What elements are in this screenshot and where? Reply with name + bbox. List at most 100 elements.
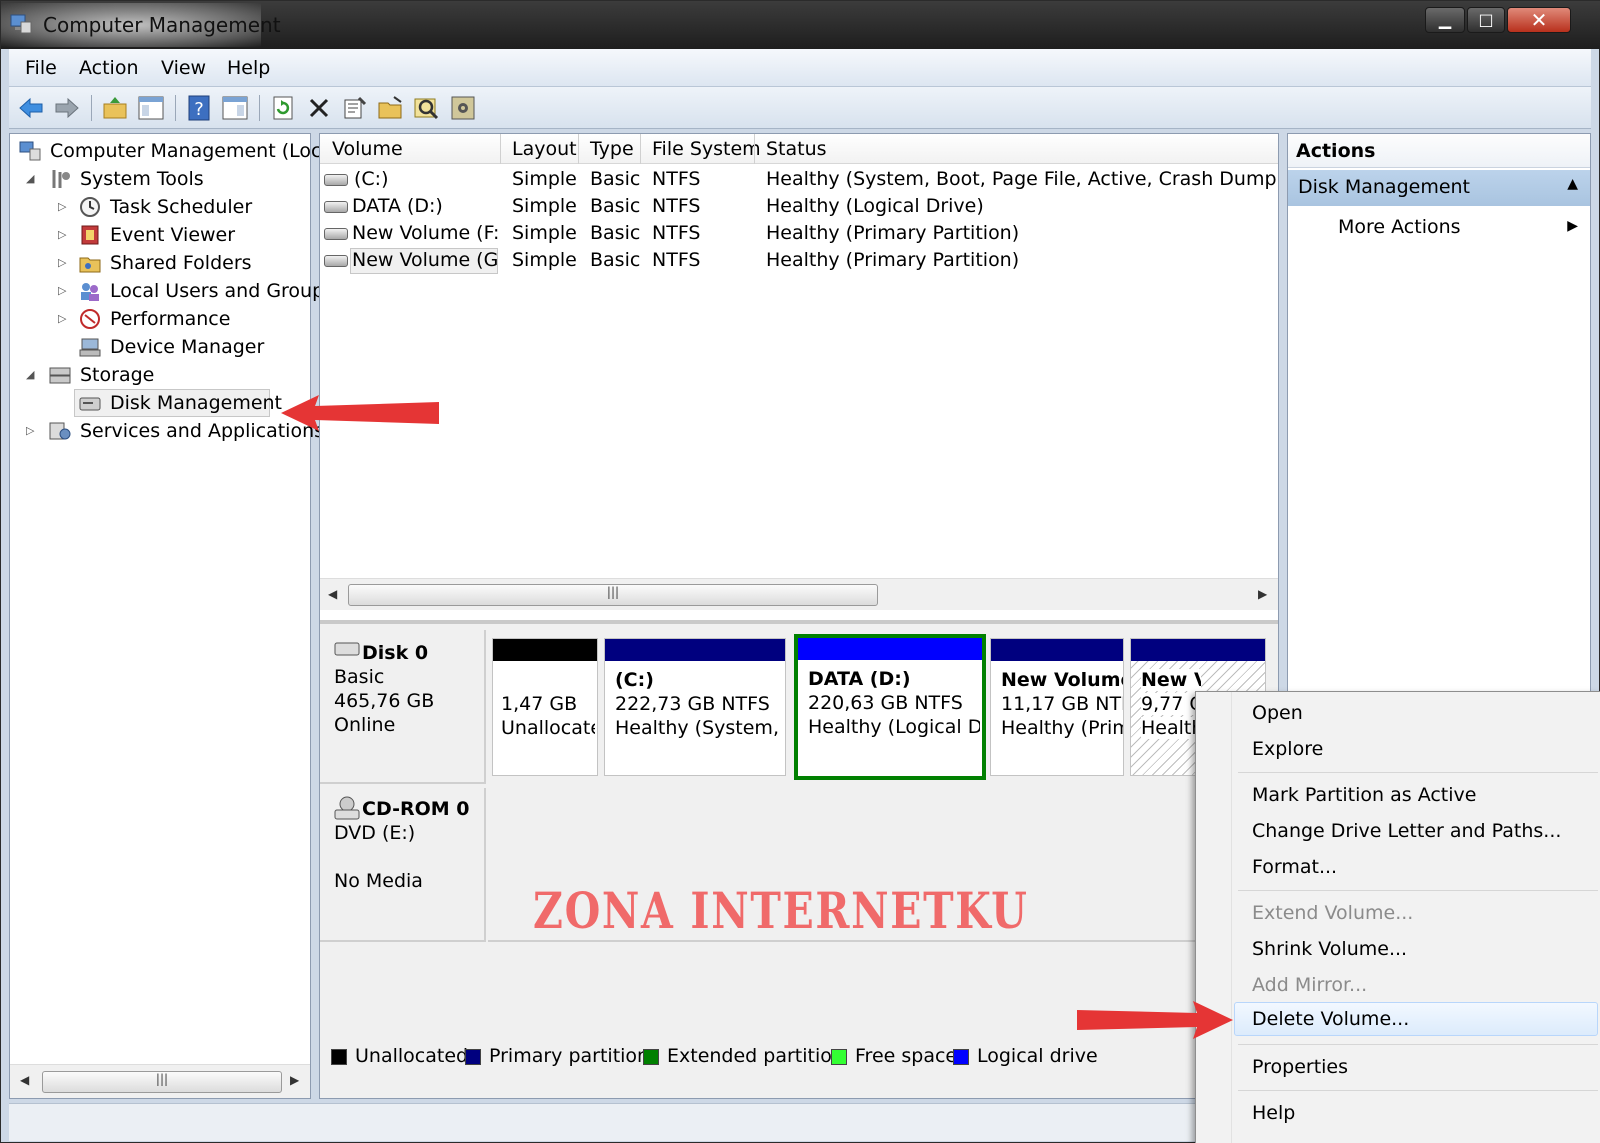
open-folder-icon[interactable]: [377, 94, 405, 122]
volume-file-system: NTFS: [652, 249, 701, 271]
volume-status: Healthy (Logical Drive): [766, 195, 984, 217]
tree-label: Performance: [110, 308, 231, 330]
menu-item-add-mirror[interactable]: Add Mirror...: [1252, 974, 1367, 996]
partition-name: New V: [1141, 669, 1201, 691]
menu-item-mark-partition-active[interactable]: Mark Partition as Active: [1252, 784, 1476, 806]
volume-list-horizontal-scrollbar[interactable]: ◀ ||| ▶: [320, 578, 1278, 610]
content-pane: Volume Layout Type File System Status (C…: [319, 133, 1279, 1099]
menu-item-properties[interactable]: Properties: [1252, 1056, 1348, 1078]
title-bar[interactable]: Computer Management ▁ □ ✕: [1, 1, 1600, 49]
legend-primary-partition: Primary partition: [465, 1045, 649, 1067]
partition-data-d[interactable]: DATA (D:) 220,63 GB NTFS Healthy (Logica…: [794, 634, 986, 780]
scroll-thumb[interactable]: |||: [348, 584, 878, 606]
menu-item-change-drive-letter[interactable]: Change Drive Letter and Paths...: [1252, 820, 1561, 842]
expand-icon[interactable]: ▷: [26, 425, 36, 436]
volume-drive-icon: [324, 201, 348, 213]
search-icon[interactable]: [413, 94, 441, 122]
column-header-status[interactable]: Status: [766, 138, 827, 160]
disk-name: Disk 0: [362, 642, 429, 664]
refresh-icon[interactable]: [269, 94, 297, 122]
actions-section-disk-management[interactable]: Disk Management ▲: [1288, 170, 1590, 206]
partition-new-volume-f[interactable]: New Volume 11,17 GB NTFS Healthy (Prim: [990, 638, 1124, 776]
tree-item-performance[interactable]: ▷ Performance: [14, 306, 310, 332]
tree-item-computer-management[interactable]: Computer Management (Local: [14, 138, 338, 164]
column-header-type[interactable]: Type: [590, 138, 634, 160]
menu-action[interactable]: Action: [79, 57, 139, 79]
partition-status: Healthy (System, Bo: [615, 717, 783, 739]
expand-icon[interactable]: ▷: [58, 229, 68, 240]
cdrom-0-label[interactable]: CD-ROM 0 DVD (E:) No Media: [320, 788, 486, 942]
menu-item-extend-volume[interactable]: Extend Volume...: [1252, 902, 1413, 924]
help-icon[interactable]: ?: [185, 94, 213, 122]
system-tools-icon: [52, 170, 70, 188]
menu-item-help[interactable]: Help: [1252, 1102, 1295, 1124]
scroll-right-icon[interactable]: ▶: [290, 1073, 299, 1087]
services-icon: [49, 422, 71, 440]
menu-view[interactable]: View: [161, 57, 206, 79]
volume-status: Healthy (Primary Partition): [766, 222, 1020, 244]
scroll-left-icon[interactable]: ◀: [328, 587, 337, 601]
event-viewer-icon: [81, 225, 99, 245]
partition-size: 9,77 G: [1141, 693, 1197, 715]
legend-unallocated: Unallocated: [331, 1045, 468, 1067]
tree-item-storage[interactable]: ◢ Storage: [14, 362, 310, 388]
menu-item-open[interactable]: Open: [1252, 702, 1303, 724]
partition-status: Unallocate: [501, 717, 595, 739]
disk-0-label[interactable]: Disk 0 Basic 465,76 GB Online: [320, 630, 486, 784]
tree-item-device-manager[interactable]: Device Manager: [14, 334, 310, 360]
tree-item-services-applications[interactable]: ▷ Services and Applications: [14, 418, 324, 444]
partition-status: Health: [1141, 717, 1197, 739]
menu-item-format[interactable]: Format...: [1252, 856, 1337, 878]
scroll-right-icon[interactable]: ▶: [1258, 587, 1267, 601]
tree-horizontal-scrollbar[interactable]: ◀ ||| ▶: [10, 1064, 310, 1098]
expand-icon[interactable]: ▷: [58, 285, 68, 296]
tree-item-local-users-groups[interactable]: ▷ Local Users and Groups: [14, 278, 334, 304]
partition-name: DATA (D:): [808, 668, 911, 690]
scroll-thumb[interactable]: |||: [42, 1071, 282, 1093]
expand-icon[interactable]: ▷: [58, 257, 68, 268]
expand-icon[interactable]: ▷: [58, 201, 68, 212]
collapse-icon[interactable]: ◢: [26, 369, 36, 380]
collapse-icon[interactable]: ◢: [26, 173, 36, 184]
more-actions-item[interactable]: More Actions ▶: [1288, 210, 1590, 244]
show-hide-action-pane-icon[interactable]: [221, 94, 249, 122]
partition-c[interactable]: (C:) 222,73 GB NTFS Healthy (System, Bo: [604, 638, 786, 776]
cdrom-icon: [334, 796, 360, 820]
tree-item-disk-management[interactable]: Disk Management: [14, 389, 310, 417]
partition-unallocated[interactable]: 1,47 GB Unallocate: [492, 638, 598, 776]
volume-type: Basic: [590, 168, 641, 190]
up-folder-icon[interactable]: [101, 94, 129, 122]
volume-layout: Simple: [512, 168, 577, 190]
menu-help[interactable]: Help: [227, 57, 270, 79]
menu-item-delete-volume[interactable]: Delete Volume...: [1252, 1008, 1409, 1030]
delete-icon[interactable]: [305, 94, 333, 122]
menu-item-shrink-volume[interactable]: Shrink Volume...: [1252, 938, 1407, 960]
column-header-layout[interactable]: Layout: [512, 138, 577, 160]
submenu-arrow-icon: ▶: [1567, 218, 1578, 234]
legend-free-space: Free space: [831, 1045, 957, 1067]
menu-item-explore[interactable]: Explore: [1252, 738, 1323, 760]
disk-type: Basic: [334, 666, 385, 688]
column-header-volume[interactable]: Volume: [332, 138, 403, 160]
device-manager-icon: [79, 338, 101, 357]
tree-item-event-viewer[interactable]: ▷ Event Viewer: [14, 222, 310, 248]
show-hide-console-tree-icon[interactable]: [137, 94, 165, 122]
scroll-left-icon[interactable]: ◀: [20, 1073, 29, 1087]
tree-item-task-scheduler[interactable]: ▷ Task Scheduler: [14, 194, 310, 220]
tree-label: System Tools: [80, 168, 204, 190]
partition-size: 11,17 GB NTFS: [1001, 693, 1123, 715]
settings-icon[interactable]: [449, 94, 477, 122]
close-button[interactable]: ✕: [1507, 7, 1571, 33]
forward-arrow-icon[interactable]: [53, 94, 81, 122]
tree-item-shared-folders[interactable]: ▷ Shared Folders: [14, 250, 310, 276]
menu-file[interactable]: File: [25, 57, 57, 79]
collapse-up-icon[interactable]: ▲: [1567, 176, 1578, 192]
column-header-file-system[interactable]: File System: [652, 138, 761, 160]
volume-type: Basic: [590, 249, 641, 271]
properties-icon[interactable]: [341, 94, 369, 122]
tree-item-system-tools[interactable]: ◢ System Tools: [14, 166, 310, 192]
maximize-button[interactable]: □: [1467, 7, 1505, 33]
minimize-button[interactable]: ▁: [1425, 7, 1465, 33]
back-arrow-icon[interactable]: [17, 94, 45, 122]
expand-icon[interactable]: ▷: [58, 313, 68, 324]
